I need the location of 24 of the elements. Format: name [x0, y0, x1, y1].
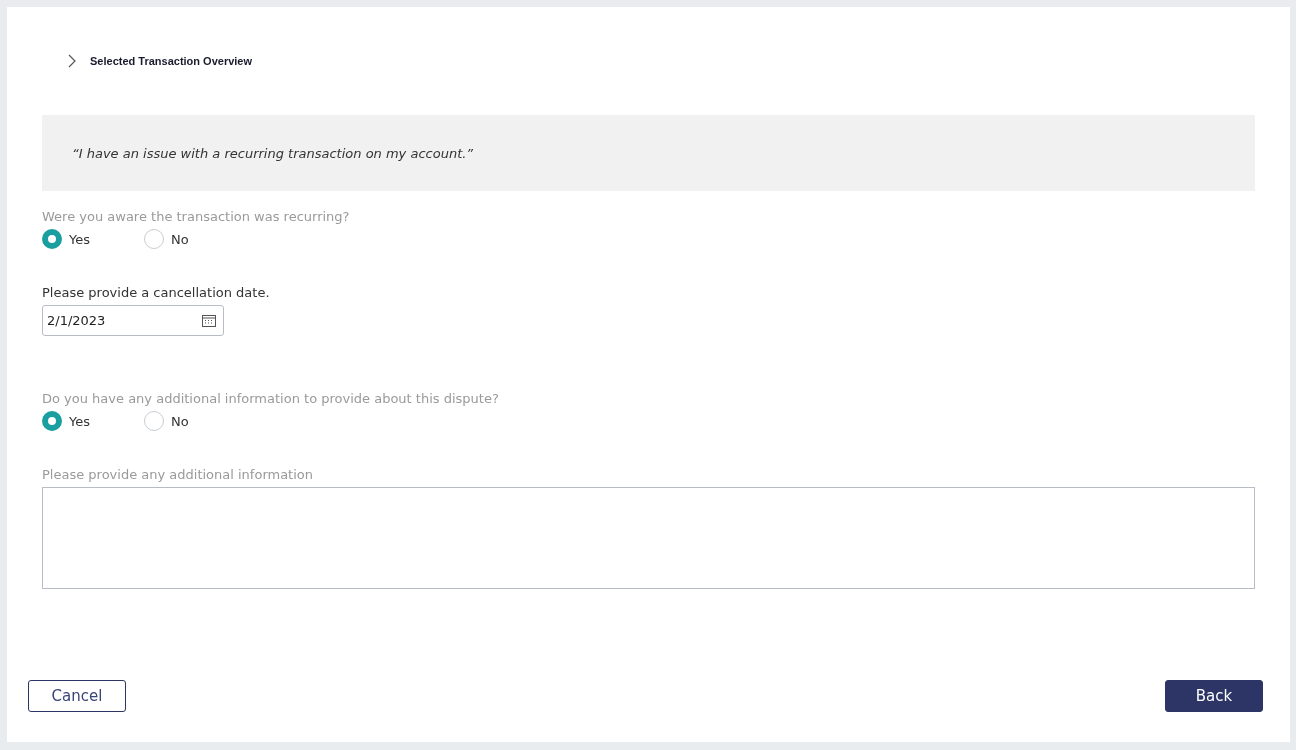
text-area[interactable] — [42, 487, 1255, 589]
radio-label: Yes — [69, 413, 90, 429]
field-label: Please provide a cancellation date. — [42, 285, 271, 300]
cancel-button[interactable]: Cancel — [28, 680, 126, 712]
radio-icon[interactable] — [42, 229, 62, 249]
radio-option[interactable]: No — [144, 411, 214, 431]
radio-option[interactable]: No — [144, 229, 214, 249]
quote-text: “I have an issue with a recurring transaction on my account.” — [42, 115, 1255, 191]
radio-icon[interactable] — [144, 229, 164, 249]
radio-option[interactable]: Yes — [42, 229, 112, 249]
radio-label: Yes — [69, 231, 90, 247]
section-toggle[interactable]: Selected Transaction Overview — [42, 49, 253, 73]
field-label: Do you have any additional information to provide about this dispute? — [42, 391, 500, 406]
field-label: Please provide any additional information — [42, 467, 315, 482]
back-button[interactable]: Back — [1165, 680, 1263, 712]
field-label: Were you aware the transaction was recurring? — [42, 209, 351, 224]
radio-label: No — [171, 231, 189, 247]
radio-icon[interactable] — [42, 411, 62, 431]
chevron-icon — [68, 54, 76, 68]
calendar-icon[interactable] — [202, 314, 216, 327]
radio-option[interactable]: Yes — [42, 411, 112, 431]
radio-label: No — [171, 413, 189, 429]
date-field[interactable]: 2/1/2023 — [42, 305, 224, 336]
radio-icon[interactable] — [144, 411, 164, 431]
